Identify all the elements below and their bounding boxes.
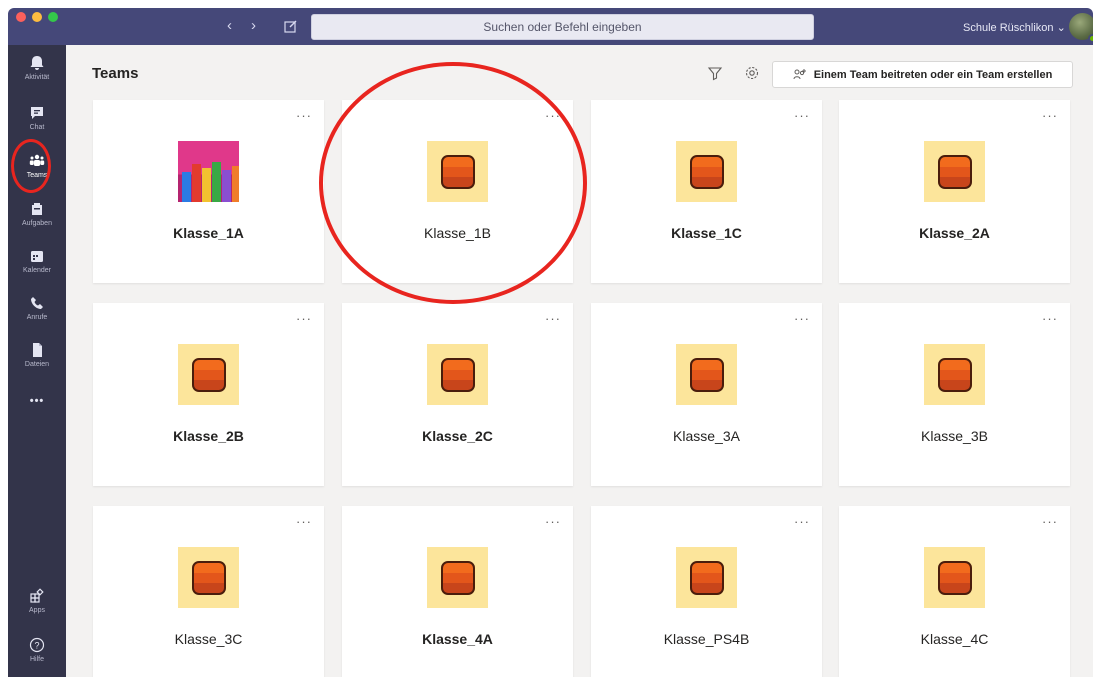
team-logo bbox=[178, 344, 239, 405]
title-bar: ‹ › Suchen oder Befehl eingeben Schule R… bbox=[8, 8, 1093, 45]
team-name: Klasse_3C bbox=[174, 631, 243, 647]
app-bar-chat[interactable]: Chat bbox=[8, 105, 66, 131]
close-window-button[interactable] bbox=[16, 12, 26, 22]
team-cube-icon bbox=[689, 560, 724, 595]
team-name: Klasse_3B bbox=[921, 428, 988, 444]
team-card-klasse-3a[interactable]: ··· Klasse_3A bbox=[591, 303, 822, 486]
team-name: Klasse_2B bbox=[173, 428, 244, 444]
assignments-icon bbox=[32, 203, 42, 215]
team-name: Klasse_4C bbox=[920, 631, 989, 647]
team-cube-icon bbox=[689, 357, 724, 392]
app-bar-calendar[interactable]: Kalender bbox=[8, 248, 66, 274]
app-bar-files[interactable]: Dateien bbox=[8, 342, 66, 368]
team-card-klasse-4c[interactable]: ··· Klasse_4C bbox=[839, 506, 1070, 677]
team-logo bbox=[427, 344, 488, 405]
team-logo bbox=[924, 141, 985, 202]
team-card-klasse-1a[interactable]: ··· Klasse_1A bbox=[93, 100, 324, 283]
more-options-icon[interactable]: ··· bbox=[296, 108, 312, 123]
teams-highlight-circle bbox=[11, 139, 51, 193]
team-card-klasse-ps4b[interactable]: ··· Klasse_PS4B bbox=[591, 506, 822, 677]
minimize-window-button[interactable] bbox=[32, 12, 42, 22]
app-bar-activity[interactable]: Aktivität bbox=[8, 55, 66, 81]
team-name: Klasse_2C bbox=[422, 428, 493, 444]
team-cube-icon bbox=[440, 357, 475, 392]
maximize-window-button[interactable] bbox=[48, 12, 58, 22]
apps-icon bbox=[30, 588, 44, 603]
klasse-1b-highlight-circle bbox=[319, 62, 587, 304]
more-options-icon[interactable]: ··· bbox=[1042, 108, 1058, 123]
team-name: Klasse_3A bbox=[673, 428, 740, 444]
more-options-icon[interactable]: ··· bbox=[794, 311, 810, 326]
team-logo bbox=[676, 141, 737, 202]
team-name: Klasse_2A bbox=[919, 225, 990, 241]
team-cube-icon bbox=[191, 357, 226, 392]
team-card-klasse-2b[interactable]: ··· Klasse_2B bbox=[93, 303, 324, 486]
team-logo bbox=[924, 344, 985, 405]
app-bar-calls[interactable]: Anrufe bbox=[8, 295, 66, 321]
team-name: Klasse_4A bbox=[422, 631, 493, 647]
team-logo bbox=[178, 547, 239, 608]
search-input[interactable]: Suchen oder Befehl eingeben bbox=[311, 14, 814, 40]
app-bar-help[interactable]: ? Hilfe bbox=[8, 637, 66, 663]
team-logo bbox=[924, 547, 985, 608]
team-name: Klasse_PS4B bbox=[663, 631, 750, 647]
calendar-icon bbox=[31, 251, 43, 262]
forward-arrow-icon[interactable]: › bbox=[251, 18, 256, 34]
team-name: Klasse_1A bbox=[173, 225, 244, 241]
team-logo-pencils bbox=[178, 141, 239, 202]
team-cube-icon bbox=[937, 560, 972, 595]
more-options-icon[interactable]: ··· bbox=[545, 514, 561, 529]
team-cube-icon bbox=[689, 154, 724, 189]
add-team-icon bbox=[793, 68, 806, 79]
team-cube-icon bbox=[937, 357, 972, 392]
more-options-icon[interactable]: ··· bbox=[296, 514, 312, 529]
join-or-create-team-label: Einem Team beitreten oder ein Team erste… bbox=[813, 68, 1053, 81]
join-or-create-team-button[interactable]: Einem Team beitreten oder ein Team erste… bbox=[772, 61, 1073, 88]
app-bar-apps[interactable]: Apps bbox=[8, 588, 66, 614]
files-icon bbox=[33, 343, 42, 357]
bell-icon bbox=[30, 56, 44, 70]
team-card-klasse-3b[interactable]: ··· Klasse_3B bbox=[839, 303, 1070, 486]
org-switcher[interactable]: Schule Rüschlikon ⌄ bbox=[963, 21, 1066, 34]
more-options-icon[interactable]: ··· bbox=[1042, 311, 1058, 326]
svg-text:?: ? bbox=[34, 641, 39, 651]
chevron-down-icon: ⌄ bbox=[1056, 22, 1066, 34]
more-apps-icon[interactable]: ••• bbox=[8, 395, 66, 407]
team-card-klasse-3c[interactable]: ··· Klasse_3C bbox=[93, 506, 324, 677]
org-name: Schule Rüschlikon bbox=[963, 22, 1054, 34]
team-name: Klasse_1C bbox=[671, 225, 742, 241]
more-options-icon[interactable]: ··· bbox=[794, 514, 810, 529]
more-options-icon[interactable]: ··· bbox=[296, 311, 312, 326]
page-title: Teams bbox=[92, 65, 139, 82]
gear-icon[interactable] bbox=[744, 65, 760, 81]
team-logo bbox=[676, 547, 737, 608]
teams-header: Teams Einem Team beitreten oder ein Team… bbox=[66, 45, 1093, 100]
team-card-klasse-2c[interactable]: ··· Klasse_2C bbox=[342, 303, 573, 486]
team-card-klasse-4a[interactable]: ··· Klasse_4A bbox=[342, 506, 573, 677]
team-cube-icon bbox=[440, 560, 475, 595]
team-logo bbox=[676, 344, 737, 405]
more-options-icon[interactable]: ··· bbox=[545, 311, 561, 326]
app-bar-assignments[interactable]: Aufgaben bbox=[8, 201, 66, 227]
phone-icon bbox=[31, 297, 43, 309]
compose-icon[interactable] bbox=[284, 19, 298, 33]
filter-icon[interactable] bbox=[707, 65, 723, 81]
app-bar: Aktivität Chat Teams Aufgaben Kalender A… bbox=[8, 45, 66, 677]
team-cube-icon bbox=[937, 154, 972, 189]
search-placeholder: Suchen oder Befehl eingeben bbox=[483, 20, 642, 34]
team-logo bbox=[427, 547, 488, 608]
team-cube-icon bbox=[191, 560, 226, 595]
more-options-icon[interactable]: ··· bbox=[1042, 514, 1058, 529]
help-icon: ? bbox=[29, 637, 45, 653]
team-card-klasse-1c[interactable]: ··· Klasse_1C bbox=[591, 100, 822, 283]
team-card-klasse-2a[interactable]: ··· Klasse_2A bbox=[839, 100, 1070, 283]
more-options-icon[interactable]: ··· bbox=[794, 108, 810, 123]
back-arrow-icon[interactable]: ‹ bbox=[227, 18, 232, 34]
presence-status-icon bbox=[1088, 34, 1093, 43]
chat-icon bbox=[31, 107, 43, 119]
